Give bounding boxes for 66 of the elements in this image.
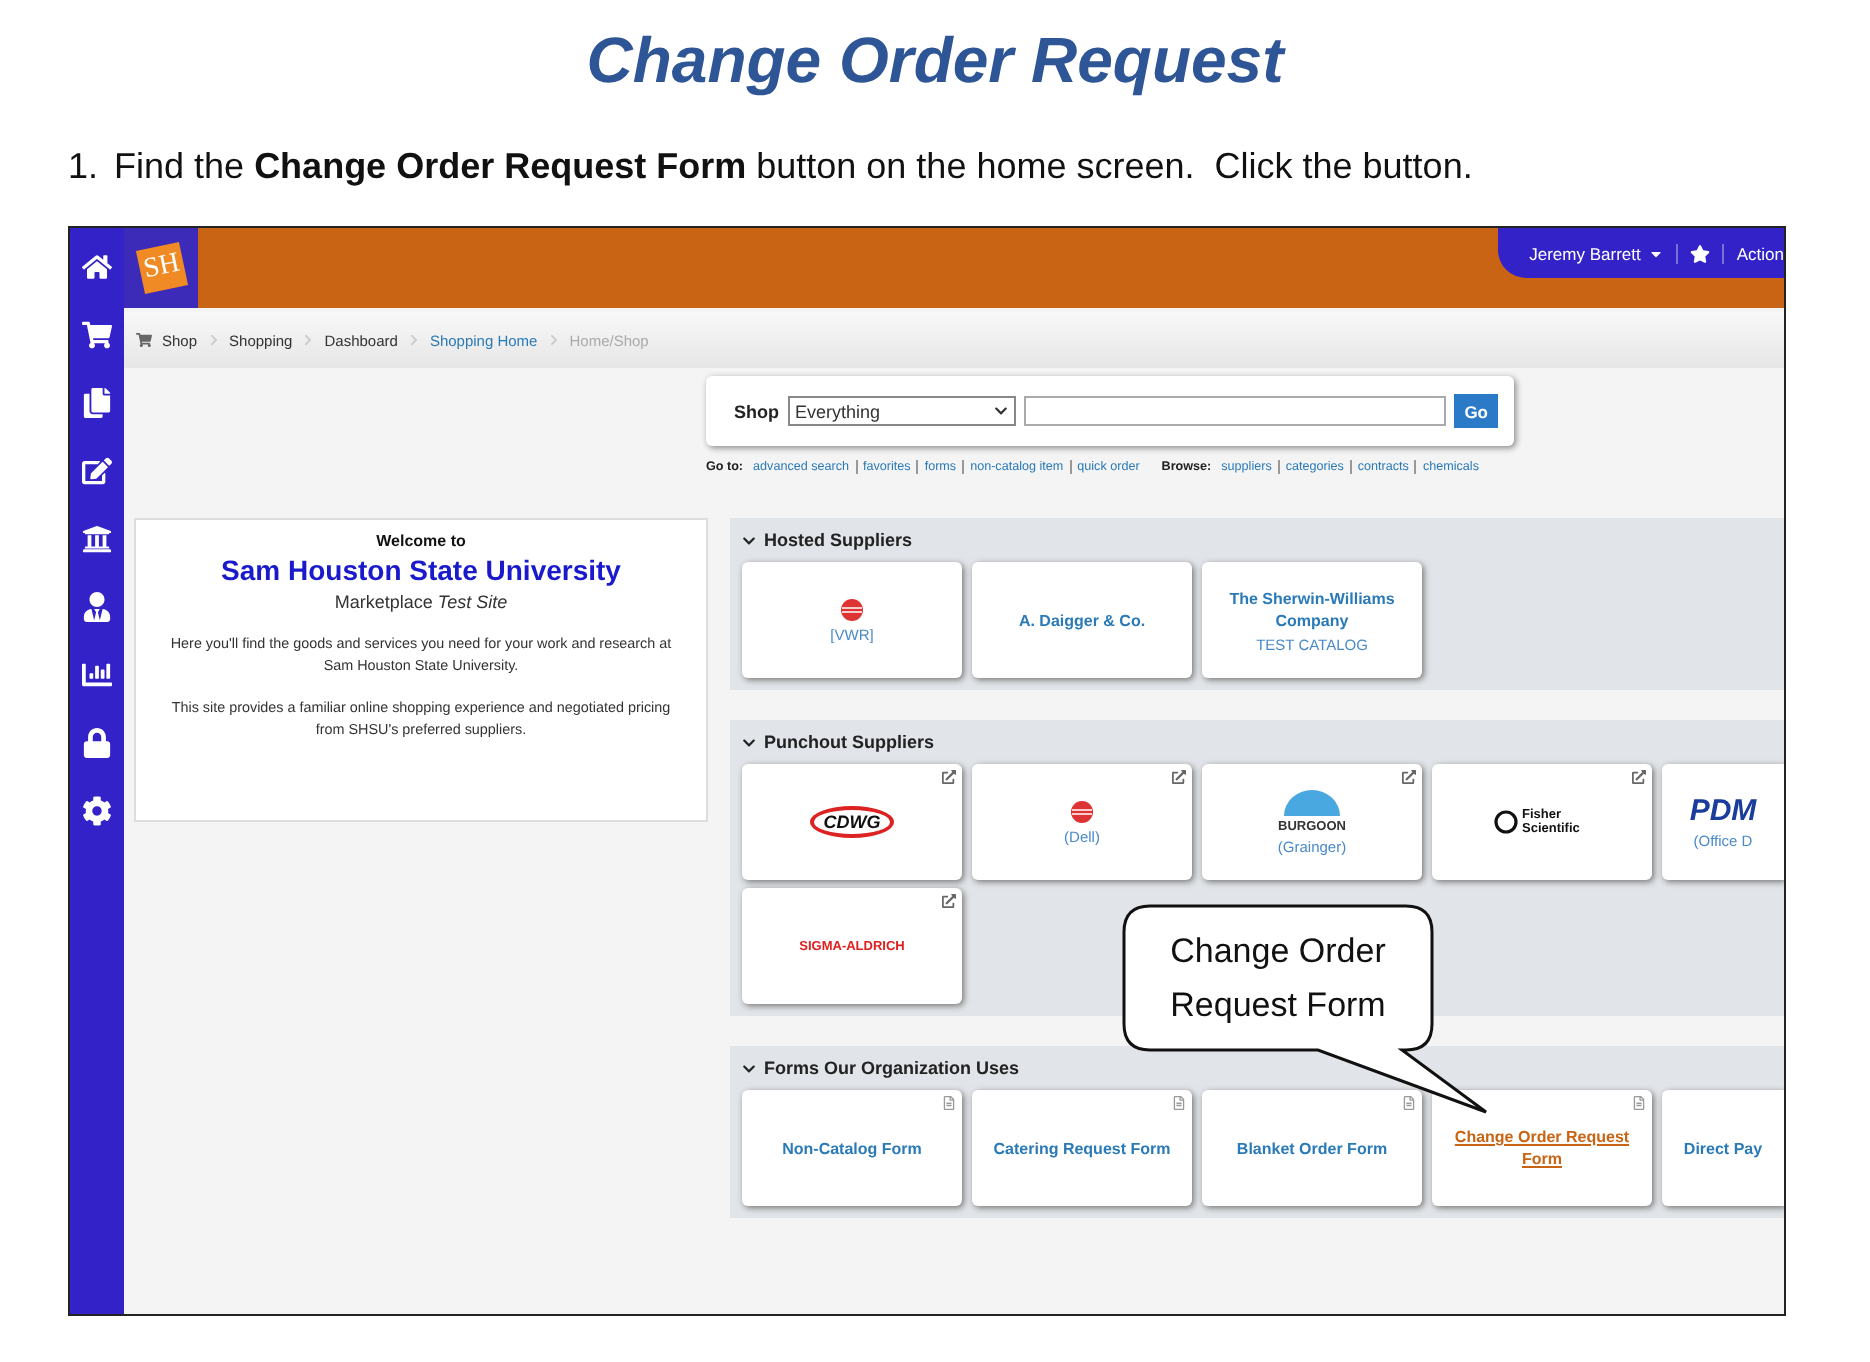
supplier-tile[interactable]: Change Order Request Form bbox=[1432, 1090, 1652, 1206]
university-name: Sam Houston State University bbox=[219, 554, 623, 586]
tile-title: Change Order Request Form bbox=[1452, 1126, 1632, 1170]
document-icon bbox=[1172, 1096, 1186, 1110]
favorites-button[interactable] bbox=[1690, 243, 1725, 263]
edit-icon[interactable] bbox=[82, 456, 112, 486]
logo[interactable]: SH bbox=[124, 228, 198, 308]
punchout-icon bbox=[942, 770, 956, 784]
documents-icon[interactable] bbox=[82, 388, 112, 418]
collapse-icon[interactable] bbox=[742, 1061, 756, 1075]
section-title: Punchout Suppliers bbox=[764, 732, 935, 752]
tile-title: Catering Request Form bbox=[991, 1137, 1173, 1159]
home-icon[interactable] bbox=[82, 252, 112, 282]
document-icon bbox=[942, 1096, 956, 1110]
document-icon bbox=[1402, 1096, 1416, 1110]
step-number: 1. bbox=[68, 144, 99, 190]
punchout-icon bbox=[942, 894, 956, 908]
supplier-tile[interactable]: Non-Catalog Form bbox=[742, 1090, 962, 1206]
cart-icon bbox=[136, 332, 152, 348]
chevron-icon bbox=[207, 334, 220, 346]
striped-circle-icon bbox=[840, 597, 864, 621]
dome-icon bbox=[1282, 788, 1342, 816]
supplier-tile[interactable]: Direct Pay bbox=[1662, 1090, 1784, 1206]
tile-title: The Sherwin-Williams Company bbox=[1227, 587, 1397, 631]
section-title: Hosted Suppliers bbox=[764, 530, 913, 550]
lock-icon[interactable] bbox=[82, 728, 112, 758]
search-label: Shop bbox=[734, 401, 779, 421]
welcome-heading: Welcome to bbox=[374, 532, 468, 550]
section-title: Forms Our Organization Uses bbox=[764, 1058, 1020, 1078]
punchout-icon bbox=[1402, 770, 1416, 784]
action-button[interactable]: Action bbox=[1736, 243, 1784, 263]
search-field[interactable] bbox=[1023, 396, 1447, 426]
chevron-icon bbox=[547, 334, 560, 346]
bank-icon[interactable] bbox=[82, 524, 112, 554]
supplier-tile[interactable]: CDWG bbox=[742, 764, 962, 880]
punchout-icon bbox=[1632, 770, 1646, 784]
bar-chart-icon[interactable] bbox=[82, 660, 112, 690]
go-button[interactable]: Go bbox=[1454, 394, 1498, 428]
supplier-tile[interactable]: A. Daigger & Co. bbox=[972, 562, 1192, 678]
punchout-icon bbox=[1172, 770, 1186, 784]
user-menu-button[interactable]: Jeremy Barrett bbox=[1529, 243, 1679, 263]
cart-icon[interactable] bbox=[82, 320, 112, 350]
settings-icon[interactable] bbox=[82, 796, 112, 826]
person-icon[interactable] bbox=[82, 592, 112, 622]
tile-title: Direct Pay bbox=[1681, 1137, 1765, 1159]
supplier-tile[interactable]: Catering Request Form bbox=[972, 1090, 1192, 1206]
site-subtitle: Marketplace Test Site bbox=[332, 592, 510, 612]
scope-dropdown[interactable]: Everything bbox=[787, 396, 1015, 426]
star-icon bbox=[1690, 243, 1711, 263]
document-icon bbox=[1632, 1096, 1646, 1110]
supplier-logo: CDWG bbox=[809, 806, 895, 838]
supplier-tile[interactable]: Blanket Order Form bbox=[1202, 1090, 1422, 1206]
striped-circle-icon bbox=[1070, 799, 1094, 823]
tile-title: Blanket Order Form bbox=[1234, 1137, 1390, 1159]
circle-icon bbox=[1494, 810, 1518, 834]
chevron-icon bbox=[993, 404, 1007, 418]
tile-title: A. Daigger & Co. bbox=[1016, 609, 1148, 631]
chevron-icon bbox=[302, 334, 315, 346]
callout-text: Change Order Request Form bbox=[1168, 930, 1388, 1028]
instruction-text: Find the Change Order Request Form button on the home screen. Click the button. bbox=[114, 144, 1473, 190]
chevron-icon bbox=[407, 334, 420, 346]
supplier-logo: PDM bbox=[1689, 794, 1757, 828]
tile-title: Non-Catalog Form bbox=[780, 1137, 924, 1159]
collapse-icon[interactable] bbox=[742, 533, 756, 547]
page-title: Change Order Request bbox=[584, 22, 1288, 100]
collapse-icon[interactable] bbox=[742, 735, 756, 749]
